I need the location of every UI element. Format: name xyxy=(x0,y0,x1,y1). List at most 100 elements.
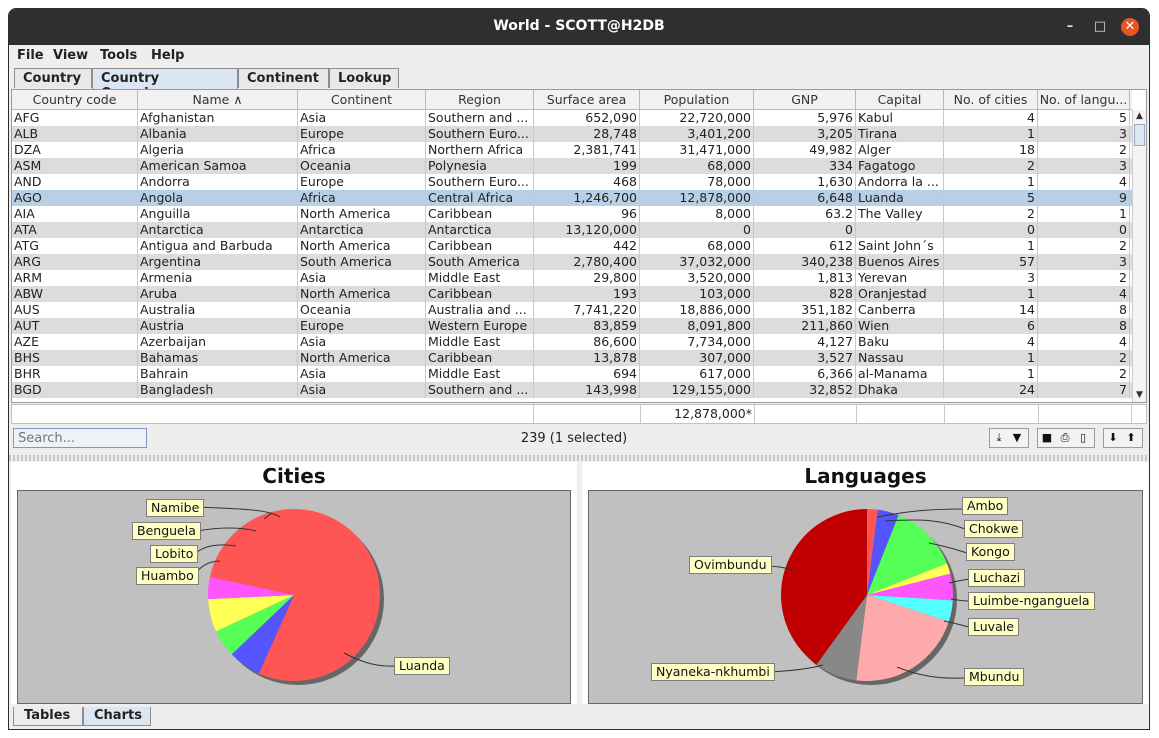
table-cell[interactable]: 1 xyxy=(944,174,1038,190)
table-cell[interactable]: 4 xyxy=(1038,334,1130,350)
table-cell[interactable]: 2 xyxy=(1038,142,1130,158)
tab-country-overview[interactable]: Country Overview xyxy=(92,68,238,101)
table-cell[interactable]: 442 xyxy=(534,238,640,254)
column-header[interactable]: Name ∧ xyxy=(138,90,298,110)
delete-icon[interactable]: ■ xyxy=(1038,429,1056,447)
table-cell[interactable]: 4,127 xyxy=(754,334,856,350)
table-cell[interactable]: Africa xyxy=(298,142,426,158)
table-row[interactable]: ABW Aruba North America Caribbean 193 103,000… xyxy=(12,286,1132,302)
table-cell[interactable]: Baku xyxy=(856,334,944,350)
table-cell[interactable]: Australia xyxy=(138,302,298,318)
table-cell[interactable]: 1 xyxy=(1038,206,1130,222)
table-cell[interactable]: 5 xyxy=(1038,110,1130,126)
table-cell[interactable]: Asia xyxy=(298,270,426,286)
move-up-icon[interactable]: ⬆ xyxy=(1122,429,1140,447)
column-header[interactable]: No. of cities xyxy=(944,90,1038,110)
menu-tools[interactable]: Tools xyxy=(100,48,137,63)
table-cell[interactable]: Bangladesh xyxy=(138,382,298,398)
table-cell[interactable]: South America xyxy=(298,254,426,270)
table-cell[interactable]: AND xyxy=(12,174,138,190)
table-cell[interactable]: Luanda xyxy=(856,190,944,206)
table-cell[interactable]: Aruba xyxy=(138,286,298,302)
table-cell[interactable] xyxy=(856,222,944,238)
table-row[interactable]: ALB Albania Europe Southern Euro... 28,748 3,… xyxy=(12,126,1132,142)
table-cell[interactable]: Southern Euro... xyxy=(426,126,534,142)
menu-view[interactable]: View xyxy=(53,48,88,63)
table-cell[interactable]: Antarctica xyxy=(138,222,298,238)
table-cell[interactable]: Southern and ... xyxy=(426,110,534,126)
table-row[interactable]: ARM Armenia Asia Middle East 29,800 3,520,000… xyxy=(12,270,1132,286)
table-cell[interactable]: 468 xyxy=(534,174,640,190)
table-cell[interactable]: 1 xyxy=(944,286,1038,302)
table-cell[interactable]: 5 xyxy=(944,190,1038,206)
table-cell[interactable]: AUT xyxy=(12,318,138,334)
table-cell[interactable]: Oceania xyxy=(298,302,426,318)
column-header[interactable]: Country code xyxy=(12,90,138,110)
table-cell[interactable]: 351,182 xyxy=(754,302,856,318)
table-cell[interactable]: 13,878 xyxy=(534,350,640,366)
table-cell[interactable]: Asia xyxy=(298,382,426,398)
table-cell[interactable]: 612 xyxy=(754,238,856,254)
table-row[interactable]: AGO Angola Africa Central Africa 1,246,700 12… xyxy=(12,190,1132,206)
table-cell[interactable]: Kabul xyxy=(856,110,944,126)
table-cell[interactable]: Wien xyxy=(856,318,944,334)
table-cell[interactable]: 8 xyxy=(1038,318,1130,334)
table-cell[interactable]: 1,813 xyxy=(754,270,856,286)
table-cell[interactable]: 211,860 xyxy=(754,318,856,334)
table-cell[interactable]: North America xyxy=(298,238,426,254)
table-cell[interactable]: Armenia xyxy=(138,270,298,286)
table-cell[interactable]: ALB xyxy=(12,126,138,142)
table-cell[interactable]: 652,090 xyxy=(534,110,640,126)
table-cell[interactable]: AGO xyxy=(12,190,138,206)
column-header[interactable]: Population xyxy=(640,90,754,110)
table-row[interactable]: AUT Austria Europe Western Europe 83,859 8,09… xyxy=(12,318,1132,334)
table-cell[interactable]: 63.2 xyxy=(754,206,856,222)
table-cell[interactable]: Asia xyxy=(298,334,426,350)
table-cell[interactable]: North America xyxy=(298,206,426,222)
table-cell[interactable]: BHR xyxy=(12,366,138,382)
table-cell[interactable]: 7,741,220 xyxy=(534,302,640,318)
table-cell[interactable]: Asia xyxy=(298,366,426,382)
tab-country[interactable]: Country xyxy=(14,68,92,88)
table-cell[interactable]: Caribbean xyxy=(426,238,534,254)
copy-icon[interactable]: ▯ xyxy=(1074,429,1092,447)
table-cell[interactable]: 5,976 xyxy=(754,110,856,126)
table-cell[interactable]: Antarctica xyxy=(426,222,534,238)
table-cell[interactable]: North America xyxy=(298,350,426,366)
table-cell[interactable]: ABW xyxy=(12,286,138,302)
table-cell[interactable]: Asia xyxy=(298,110,426,126)
table-cell[interactable]: 2 xyxy=(1038,238,1130,254)
table-row[interactable]: ARG Argentina South America South America 2,… xyxy=(12,254,1132,270)
table-cell[interactable]: ARM xyxy=(12,270,138,286)
country-table[interactable]: Country code Name ∧ Continent Region Surface… xyxy=(11,89,1147,403)
tab-continent[interactable]: Continent xyxy=(238,68,329,88)
table-cell[interactable]: Alger xyxy=(856,142,944,158)
table-cell[interactable]: Caribbean xyxy=(426,286,534,302)
table-cell[interactable]: 1,630 xyxy=(754,174,856,190)
scroll-up-icon[interactable]: ▲ xyxy=(1133,110,1146,123)
table-cell[interactable]: 29,800 xyxy=(534,270,640,286)
table-cell[interactable]: ATG xyxy=(12,238,138,254)
table-cell[interactable]: 3 xyxy=(1038,126,1130,142)
tab-tables[interactable]: Tables xyxy=(13,707,83,726)
column-header[interactable]: Capital xyxy=(856,90,944,110)
table-cell[interactable]: 340,238 xyxy=(754,254,856,270)
table-cell[interactable]: 68,000 xyxy=(640,238,754,254)
menu-help[interactable]: Help xyxy=(151,48,184,63)
table-cell[interactable]: Dhaka xyxy=(856,382,944,398)
table-cell[interactable]: Algeria xyxy=(138,142,298,158)
table-cell[interactable]: 8,000 xyxy=(640,206,754,222)
table-cell[interactable]: 617,000 xyxy=(640,366,754,382)
table-cell[interactable]: AUS xyxy=(12,302,138,318)
table-cell[interactable]: 334 xyxy=(754,158,856,174)
table-cell[interactable]: AIA xyxy=(12,206,138,222)
table-cell[interactable]: Argentina xyxy=(138,254,298,270)
table-cell[interactable]: 3 xyxy=(1038,254,1130,270)
table-cell[interactable]: Nassau xyxy=(856,350,944,366)
table-cell[interactable]: Andorra la ... xyxy=(856,174,944,190)
table-cell[interactable]: Yerevan xyxy=(856,270,944,286)
table-row[interactable]: AUS Australia Oceania Australia and ... 7,74… xyxy=(12,302,1132,318)
table-cell[interactable]: BGD xyxy=(12,382,138,398)
table-cell[interactable]: Antarctica xyxy=(298,222,426,238)
table-cell[interactable]: Austria xyxy=(138,318,298,334)
